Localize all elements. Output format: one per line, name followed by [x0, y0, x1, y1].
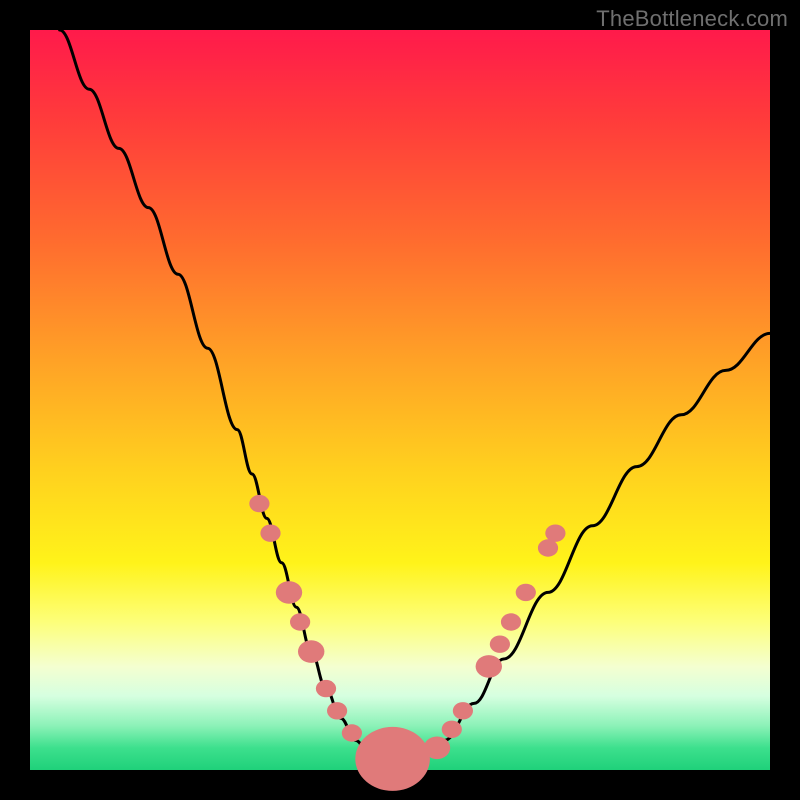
curve-marker [355, 727, 430, 791]
curve-marker [249, 495, 269, 512]
curve-marker [276, 581, 302, 604]
curve-svg [30, 30, 770, 770]
bottleneck-curve [60, 30, 770, 763]
curve-marker [516, 584, 536, 601]
curve-marker [290, 613, 310, 630]
curve-marker [490, 636, 510, 653]
plot-area [30, 30, 770, 770]
watermark-text: TheBottleneck.com [596, 6, 788, 32]
outer-frame: TheBottleneck.com [0, 0, 800, 800]
curve-marker [327, 702, 347, 719]
curve-marker [342, 724, 362, 741]
curve-marker [442, 721, 462, 738]
curve-marker [424, 737, 450, 760]
curve-marker [298, 640, 324, 663]
curve-marker [476, 655, 502, 678]
curve-marker [316, 680, 336, 697]
curve-marker [453, 702, 473, 719]
curve-marker [538, 539, 558, 556]
curve-marker [260, 525, 280, 542]
curve-marker [545, 525, 565, 542]
curve-marker [501, 613, 521, 630]
